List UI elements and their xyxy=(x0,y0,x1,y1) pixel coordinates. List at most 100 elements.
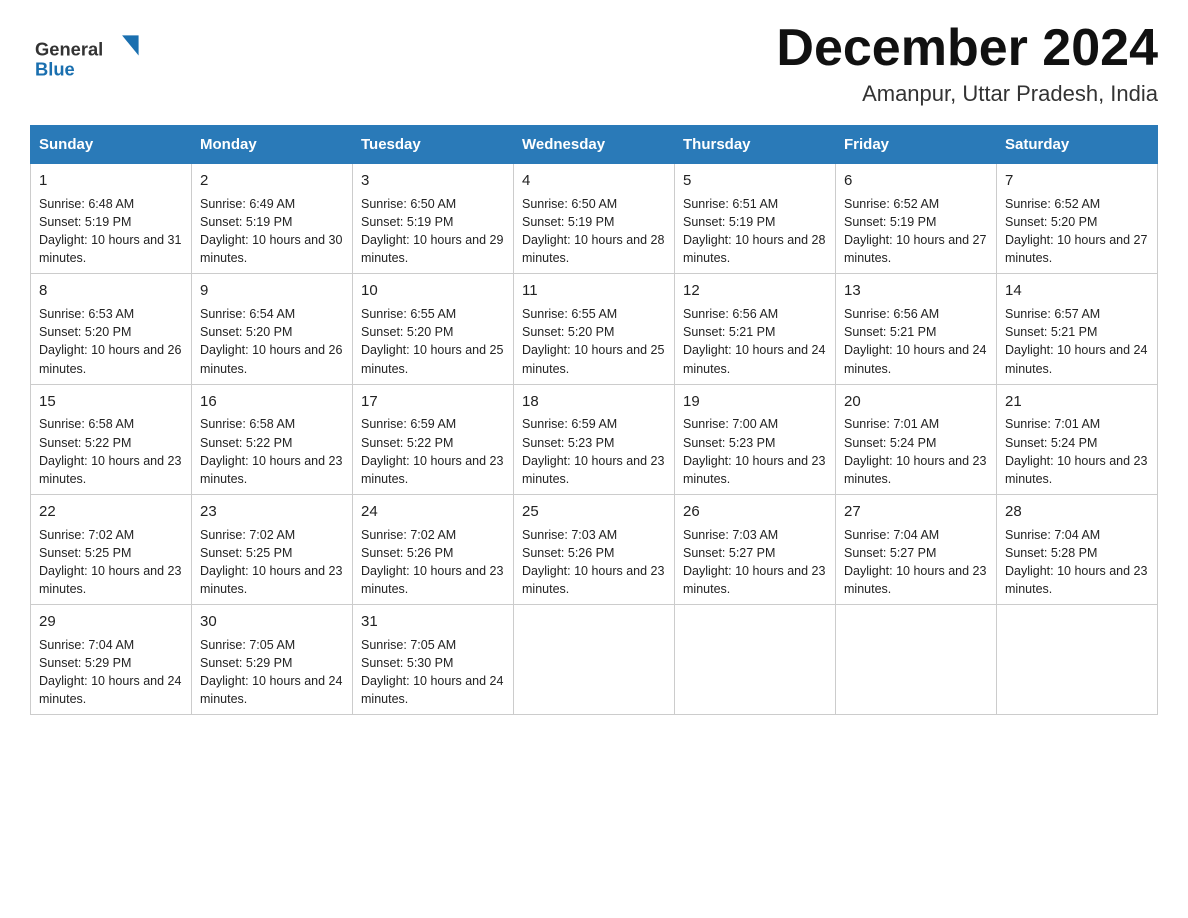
calendar-cell: 19Sunrise: 7:00 AMSunset: 5:23 PMDayligh… xyxy=(675,384,836,494)
day-number: 15 xyxy=(39,391,183,413)
day-number: 5 xyxy=(683,170,827,192)
day-number: 29 xyxy=(39,611,183,633)
calendar-cell: 27Sunrise: 7:04 AMSunset: 5:27 PMDayligh… xyxy=(836,494,997,604)
calendar-cell: 26 Sunrise: 7:03 AMSunset: 5:27 PMDayligh… xyxy=(675,494,836,604)
day-number: 19 xyxy=(683,391,827,413)
day-info: Sunrise: 6:55 AMSunset: 5:20 PMDaylight:… xyxy=(522,307,664,375)
calendar-cell xyxy=(675,605,836,715)
day-info: Sunrise: 6:58 AMSunset: 5:22 PMDaylight:… xyxy=(200,417,342,485)
day-number: 30 xyxy=(200,611,344,633)
day-info: Sunrise: 6:48 AMSunset: 5:19 PMDaylight:… xyxy=(39,197,181,265)
calendar-cell: 15 Sunrise: 6:58 AMSunset: 5:22 PMDayligh… xyxy=(31,384,192,494)
calendar-cell: 4 Sunrise: 6:50 AMSunset: 5:19 PMDaylight… xyxy=(514,164,675,274)
day-number: 11 xyxy=(522,280,666,302)
calendar-cell: 23 Sunrise: 7:02 AMSunset: 5:25 PMDayligh… xyxy=(192,494,353,604)
day-number: 8 xyxy=(39,280,183,302)
day-number: 7 xyxy=(1005,170,1149,192)
day-number: 22 xyxy=(39,501,183,523)
day-info: Sunrise: 7:05 AMSunset: 5:30 PMDaylight:… xyxy=(361,638,503,706)
day-info: Sunrise: 7:03 AMSunset: 5:26 PMDaylight:… xyxy=(522,528,664,596)
calendar-cell: 22 Sunrise: 7:02 AMSunset: 5:25 PMDayligh… xyxy=(31,494,192,604)
day-info: Sunrise: 6:51 AMSunset: 5:19 PMDaylight:… xyxy=(683,197,825,265)
calendar-cell: 30 Sunrise: 7:05 AMSunset: 5:29 PMDayligh… xyxy=(192,605,353,715)
header-cell-wednesday: Wednesday xyxy=(514,126,675,164)
day-info: Sunrise: 7:04 AMSunset: 5:29 PMDaylight:… xyxy=(39,638,181,706)
calendar-cell: 10 Sunrise: 6:55 AMSunset: 5:20 PMDayligh… xyxy=(353,274,514,384)
day-number: 2 xyxy=(200,170,344,192)
day-info: Sunrise: 6:59 AMSunset: 5:22 PMDaylight:… xyxy=(361,417,503,485)
header-row: SundayMondayTuesdayWednesdayThursdayFrid… xyxy=(31,126,1158,164)
day-number: 31 xyxy=(361,611,505,633)
day-number: 23 xyxy=(200,501,344,523)
calendar-cell: 7 Sunrise: 6:52 AMSunset: 5:20 PMDaylight… xyxy=(997,164,1158,274)
header-cell-sunday: Sunday xyxy=(31,126,192,164)
calendar-cell: 29 Sunrise: 7:04 AMSunset: 5:29 PMDayligh… xyxy=(31,605,192,715)
calendar-cell: 21 Sunrise: 7:01 AMSunset: 5:24 PMDayligh… xyxy=(997,384,1158,494)
calendar-cell: 18Sunrise: 6:59 AMSunset: 5:23 PMDayligh… xyxy=(514,384,675,494)
calendar-cell: 9 Sunrise: 6:54 AMSunset: 5:20 PMDaylight… xyxy=(192,274,353,384)
header-cell-tuesday: Tuesday xyxy=(353,126,514,164)
day-info: Sunrise: 6:55 AMSunset: 5:20 PMDaylight:… xyxy=(361,307,503,375)
calendar-cell: 14 Sunrise: 6:57 AMSunset: 5:21 PMDayligh… xyxy=(997,274,1158,384)
day-info: Sunrise: 7:05 AMSunset: 5:29 PMDaylight:… xyxy=(200,638,342,706)
day-number: 24 xyxy=(361,501,505,523)
day-number: 21 xyxy=(1005,391,1149,413)
calendar-cell: 3Sunrise: 6:50 AMSunset: 5:19 PMDaylight… xyxy=(353,164,514,274)
day-number: 12 xyxy=(683,280,827,302)
calendar-cell: 8 Sunrise: 6:53 AMSunset: 5:20 PMDaylight… xyxy=(31,274,192,384)
day-info: Sunrise: 7:01 AMSunset: 5:24 PMDaylight:… xyxy=(844,417,986,485)
day-number: 13 xyxy=(844,280,988,302)
calendar-cell: 31 Sunrise: 7:05 AMSunset: 5:30 PMDayligh… xyxy=(353,605,514,715)
day-number: 4 xyxy=(522,170,666,192)
day-info: Sunrise: 6:56 AMSunset: 5:21 PMDaylight:… xyxy=(683,307,825,375)
month-title: December 2024 xyxy=(776,20,1158,77)
day-info: Sunrise: 6:52 AMSunset: 5:20 PMDaylight:… xyxy=(1005,197,1147,265)
calendar-cell: 6Sunrise: 6:52 AMSunset: 5:19 PMDaylight… xyxy=(836,164,997,274)
day-number: 14 xyxy=(1005,280,1149,302)
day-info: Sunrise: 6:49 AMSunset: 5:19 PMDaylight:… xyxy=(200,197,342,265)
calendar-cell: 11 Sunrise: 6:55 AMSunset: 5:20 PMDayligh… xyxy=(514,274,675,384)
day-info: Sunrise: 7:01 AMSunset: 5:24 PMDaylight:… xyxy=(1005,417,1147,485)
week-row-2: 8 Sunrise: 6:53 AMSunset: 5:20 PMDaylight… xyxy=(31,274,1158,384)
day-info: Sunrise: 7:02 AMSunset: 5:25 PMDaylight:… xyxy=(39,528,181,596)
day-info: Sunrise: 6:52 AMSunset: 5:19 PMDaylight:… xyxy=(844,197,986,265)
calendar-cell: 24 Sunrise: 7:02 AMSunset: 5:26 PMDayligh… xyxy=(353,494,514,604)
day-info: Sunrise: 7:04 AMSunset: 5:28 PMDaylight:… xyxy=(1005,528,1147,596)
calendar-cell: 25 Sunrise: 7:03 AMSunset: 5:26 PMDayligh… xyxy=(514,494,675,604)
calendar-cell: 16 Sunrise: 6:58 AMSunset: 5:22 PMDayligh… xyxy=(192,384,353,494)
day-number: 26 xyxy=(683,501,827,523)
day-number: 28 xyxy=(1005,501,1149,523)
day-info: Sunrise: 6:59 AMSunset: 5:23 PMDaylight:… xyxy=(522,417,664,485)
week-row-1: 1Sunrise: 6:48 AMSunset: 5:19 PMDaylight… xyxy=(31,164,1158,274)
calendar-cell: 5 Sunrise: 6:51 AMSunset: 5:19 PMDaylight… xyxy=(675,164,836,274)
logo-svg: General Blue xyxy=(30,28,150,83)
calendar-cell: 2 Sunrise: 6:49 AMSunset: 5:19 PMDaylight… xyxy=(192,164,353,274)
day-info: Sunrise: 6:57 AMSunset: 5:21 PMDaylight:… xyxy=(1005,307,1147,375)
week-row-4: 22 Sunrise: 7:02 AMSunset: 5:25 PMDayligh… xyxy=(31,494,1158,604)
header-cell-monday: Monday xyxy=(192,126,353,164)
day-info: Sunrise: 6:50 AMSunset: 5:19 PMDaylight:… xyxy=(522,197,664,265)
day-info: Sunrise: 6:54 AMSunset: 5:20 PMDaylight:… xyxy=(200,307,342,375)
logo: General Blue xyxy=(30,28,150,83)
day-number: 10 xyxy=(361,280,505,302)
day-number: 25 xyxy=(522,501,666,523)
calendar-cell: 20 Sunrise: 7:01 AMSunset: 5:24 PMDayligh… xyxy=(836,384,997,494)
day-info: Sunrise: 6:58 AMSunset: 5:22 PMDaylight:… xyxy=(39,417,181,485)
calendar-cell: 12 Sunrise: 6:56 AMSunset: 5:21 PMDayligh… xyxy=(675,274,836,384)
svg-text:General: General xyxy=(35,39,103,60)
day-info: Sunrise: 6:53 AMSunset: 5:20 PMDaylight:… xyxy=(39,307,181,375)
calendar-table: SundayMondayTuesdayWednesdayThursdayFrid… xyxy=(30,125,1158,715)
day-number: 17 xyxy=(361,391,505,413)
day-info: Sunrise: 7:02 AMSunset: 5:25 PMDaylight:… xyxy=(200,528,342,596)
day-info: Sunrise: 7:03 AMSunset: 5:27 PMDaylight:… xyxy=(683,528,825,596)
title-area: December 2024 Amanpur, Uttar Pradesh, In… xyxy=(776,20,1158,107)
day-number: 9 xyxy=(200,280,344,302)
header-cell-friday: Friday xyxy=(836,126,997,164)
calendar-cell: 28 Sunrise: 7:04 AMSunset: 5:28 PMDayligh… xyxy=(997,494,1158,604)
day-number: 16 xyxy=(200,391,344,413)
day-info: Sunrise: 7:02 AMSunset: 5:26 PMDaylight:… xyxy=(361,528,503,596)
day-number: 20 xyxy=(844,391,988,413)
day-number: 27 xyxy=(844,501,988,523)
day-info: Sunrise: 6:56 AMSunset: 5:21 PMDaylight:… xyxy=(844,307,986,375)
calendar-cell: 17 Sunrise: 6:59 AMSunset: 5:22 PMDayligh… xyxy=(353,384,514,494)
